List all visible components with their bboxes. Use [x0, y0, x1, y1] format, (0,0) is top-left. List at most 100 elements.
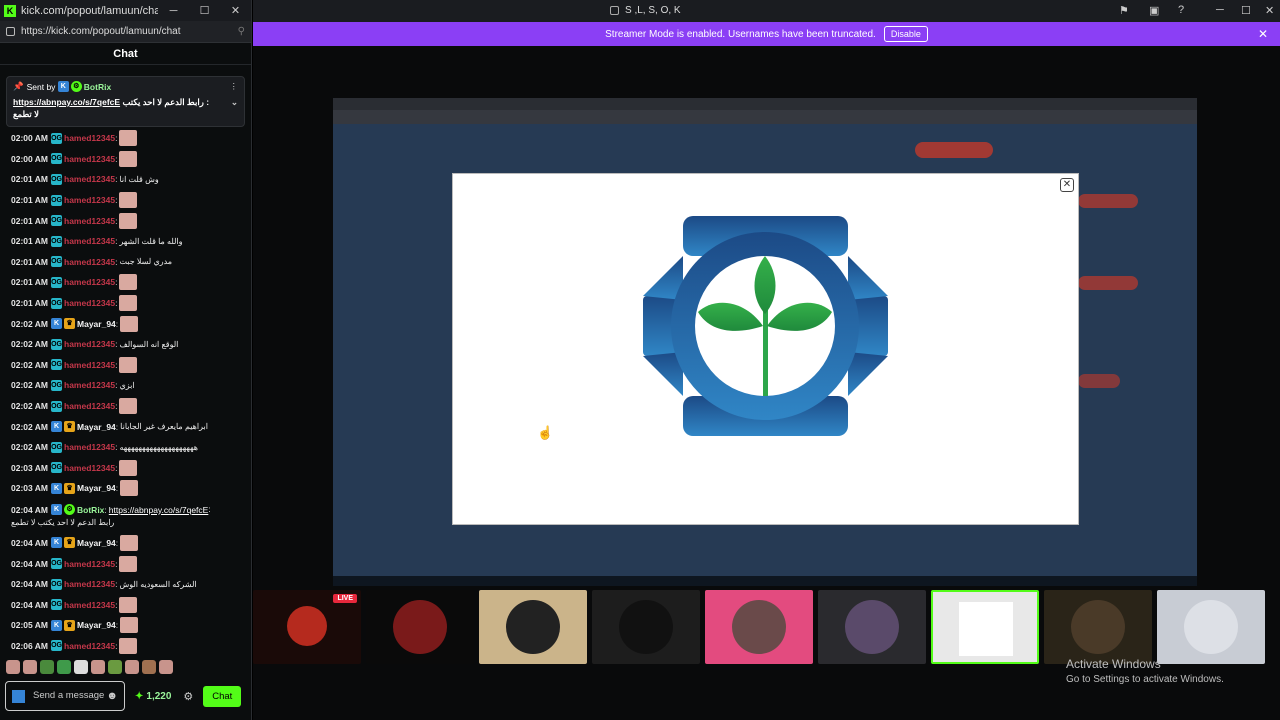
stream-tile[interactable] — [592, 590, 700, 664]
emote-icon[interactable] — [142, 660, 156, 674]
message-username[interactable]: BotRix — [77, 505, 104, 515]
stream-tile[interactable] — [1044, 590, 1152, 664]
streamer-mode-text: Streamer Mode is enabled. Usernames have… — [605, 28, 876, 40]
message-username[interactable]: hamed12345 — [64, 257, 115, 267]
message-username[interactable]: hamed12345 — [64, 579, 115, 589]
emote-image — [119, 130, 138, 147]
message-username[interactable]: hamed12345 — [64, 401, 115, 411]
message-username[interactable]: hamed12345 — [64, 154, 115, 164]
message-username[interactable]: hamed12345 — [64, 380, 115, 390]
emote-icon[interactable] — [6, 660, 20, 674]
close-icon[interactable]: ✕ — [1060, 178, 1074, 192]
maximize-button[interactable]: ☐ — [1241, 4, 1251, 17]
avatar — [506, 600, 560, 654]
cast-icon[interactable]: ▣ — [1149, 4, 1159, 17]
message-colon: : — [115, 298, 118, 309]
minimize-button[interactable]: ─ — [158, 5, 189, 17]
minimize-button[interactable]: ─ — [1216, 4, 1224, 16]
settings-gear-icon[interactable]: ⚙ — [183, 690, 193, 703]
send-chat-button[interactable]: Chat — [203, 685, 242, 707]
pinned-link[interactable]: https://abnpay.co/s/7qefcE — [13, 97, 120, 107]
chat-message-list[interactable]: 02:00 AM OG hamed12345:02:00 AM OG hamed1234… — [0, 66, 248, 656]
message-username[interactable]: hamed12345 — [64, 339, 115, 349]
emote-icon[interactable] — [40, 660, 54, 674]
og-badge-icon: OG — [51, 173, 63, 185]
url-text: https://kick.com/popout/lamuun/chat — [21, 26, 181, 37]
message-username[interactable]: hamed12345 — [64, 298, 115, 308]
more-options-icon[interactable]: ⋮ — [230, 81, 239, 92]
watermark-line2: Go to Settings to activate Windows. — [1066, 674, 1224, 685]
chat-input[interactable]: Send a message ☻ — [5, 681, 125, 711]
message-colon: : — [115, 153, 118, 164]
message-username[interactable]: hamed12345 — [64, 463, 115, 473]
extension-icon[interactable]: ⚲ — [238, 26, 245, 37]
message-username[interactable]: hamed12345 — [64, 360, 115, 370]
emote-icon[interactable] — [57, 660, 71, 674]
stream-thumbnail-strip[interactable]: LIVE — [253, 590, 1280, 666]
close-window-button[interactable]: ✕ — [220, 4, 251, 17]
stream-tile[interactable] — [705, 590, 813, 664]
emote-icon[interactable] — [91, 660, 105, 674]
emote-icon[interactable] — [159, 660, 173, 674]
message-colon: : — [115, 359, 118, 370]
emote-icon[interactable] — [108, 660, 122, 674]
message-colon: : — [115, 558, 118, 569]
subscriber-badge-icon: K — [51, 482, 63, 494]
emote-icon[interactable] — [125, 660, 139, 674]
message-username[interactable]: hamed12345 — [64, 133, 115, 143]
emote-icon[interactable] — [23, 660, 37, 674]
message-username[interactable]: hamed12345 — [64, 559, 115, 569]
message-username[interactable]: Mayar_94 — [77, 620, 116, 630]
address-bar[interactable]: https://kick.com/popout/lamuun/chat ⚲ — [0, 21, 251, 43]
maximize-button[interactable]: ☐ — [189, 4, 220, 17]
message-time: 02:02 AM — [11, 401, 49, 412]
disable-button[interactable]: Disable — [883, 26, 928, 42]
video-pill — [1078, 374, 1120, 388]
stream-tile[interactable] — [479, 590, 587, 664]
emoji-picker-icon[interactable]: ☻ — [106, 690, 118, 702]
message-username[interactable]: hamed12345 — [64, 236, 115, 246]
message-username[interactable]: hamed12345 — [64, 600, 115, 610]
message-username[interactable]: hamed12345 — [64, 174, 115, 184]
pinned-username[interactable]: BotRix — [84, 82, 111, 92]
chat-message: 02:00 AM OG hamed12345: — [0, 149, 248, 170]
close-window-button[interactable]: ✕ — [1265, 4, 1274, 17]
message-username[interactable]: hamed12345 — [64, 195, 115, 205]
stream-tile[interactable] — [1157, 590, 1265, 664]
chat-message: 02:02 AM OG hamed12345: ههههههههههههههههههه… — [0, 437, 248, 458]
chat-input-row: Send a message ☻ ✦ 1,220 ⚙ Chat — [5, 680, 247, 712]
message-username[interactable]: Mayar_94 — [77, 483, 116, 493]
og-badge-icon: OG — [51, 379, 63, 391]
chevron-down-icon[interactable]: ⌄ — [231, 96, 238, 120]
emote-icon[interactable] — [74, 660, 88, 674]
message-username[interactable]: Mayar_94 — [77, 538, 116, 548]
message-link[interactable]: https://abnpay.co/s/7qefcE — [109, 505, 209, 515]
message-username[interactable]: hamed12345 — [64, 277, 115, 287]
stream-tile[interactable] — [366, 590, 474, 664]
channel-points[interactable]: ✦ 1,220 — [135, 691, 171, 702]
points-value: 1,220 — [146, 690, 172, 702]
message-username[interactable]: hamed12345 — [64, 442, 115, 452]
stream-tile[interactable] — [818, 590, 926, 664]
chat-message: 02:00 AM OG hamed12345: — [0, 128, 248, 149]
close-icon[interactable]: ✕ — [1258, 27, 1268, 41]
stream-tile[interactable]: LIVE — [253, 590, 361, 664]
message-username[interactable]: hamed12345 — [64, 641, 115, 651]
message-username[interactable]: Mayar_94 — [77, 319, 116, 329]
og-badge-icon: OG — [51, 235, 63, 247]
site-info-icon[interactable] — [6, 27, 15, 36]
stream-tile[interactable] — [931, 590, 1039, 664]
flag-icon[interactable]: ⚑ — [1119, 4, 1129, 17]
help-icon[interactable]: ? — [1178, 4, 1184, 16]
avatar — [1071, 600, 1125, 654]
chat-message: 02:05 AM K ♛ Mayar_94: — [0, 615, 248, 636]
message-time: 02:01 AM — [11, 298, 49, 309]
emote-quick-bar[interactable] — [6, 660, 246, 676]
emote-image — [119, 637, 138, 654]
message-username[interactable]: hamed12345 — [64, 216, 115, 226]
message-username[interactable]: Mayar_94 — [77, 422, 116, 432]
window-titlebar: K kick.com/popout/lamuun/chat -... ─ ☐ ✕ — [0, 0, 251, 21]
pinned-message[interactable]: 📌 Sent by K ⚙ BotRix ⋮ https://abnpay.co… — [6, 76, 245, 127]
message-time: 02:04 AM — [11, 599, 49, 610]
subscriber-badge-icon: K — [51, 504, 63, 516]
